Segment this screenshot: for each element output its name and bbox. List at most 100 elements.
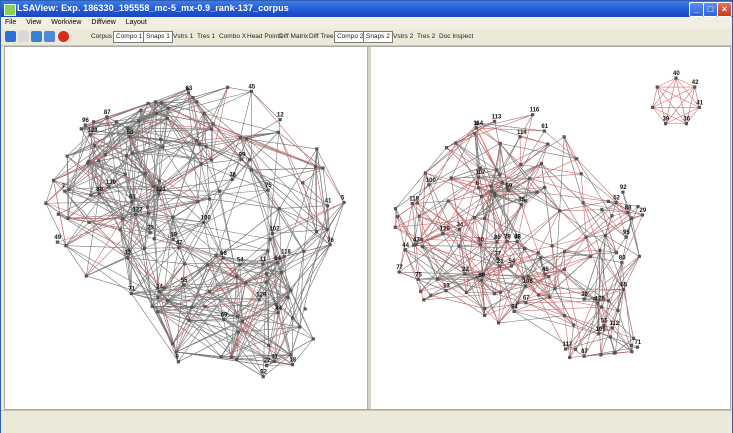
graph-node[interactable] [190, 305, 194, 309]
graph-node[interactable] [268, 237, 272, 241]
graph-node[interactable] [89, 193, 93, 197]
graph-node[interactable] [637, 254, 641, 258]
graph-node[interactable] [229, 355, 233, 359]
graph-node[interactable] [214, 253, 218, 257]
graph-node[interactable] [44, 201, 48, 205]
graph-node[interactable] [143, 172, 147, 176]
graph-node[interactable] [483, 306, 487, 311]
graph-node[interactable] [581, 201, 585, 205]
graph-node[interactable] [574, 347, 578, 351]
graph-node[interactable] [393, 207, 398, 211]
graph-node[interactable] [64, 244, 68, 248]
graph-node[interactable] [289, 288, 293, 292]
graph-node[interactable] [472, 215, 477, 220]
graph-node[interactable] [277, 206, 281, 211]
graph-node[interactable] [493, 194, 497, 198]
graph-node[interactable] [244, 137, 249, 141]
graph-node[interactable] [156, 295, 160, 300]
graph-node[interactable] [526, 275, 530, 279]
graph-node[interactable] [301, 181, 305, 185]
graph-node[interactable] [536, 251, 540, 255]
graph-node[interactable] [197, 142, 201, 146]
graph-node[interactable] [67, 187, 71, 192]
graph-node[interactable] [79, 127, 83, 131]
graph-node[interactable] [235, 274, 239, 278]
graph-node[interactable] [159, 101, 164, 105]
graph-node[interactable] [610, 214, 614, 218]
graph-node[interactable] [163, 286, 167, 290]
toolbar-button-compo-2[interactable]: Compo 2 [334, 31, 367, 43]
graph-node[interactable] [219, 355, 223, 359]
open-folder-icon[interactable] [5, 31, 16, 42]
graph-node[interactable] [417, 214, 421, 218]
graph-node[interactable] [171, 342, 175, 346]
graph-node[interactable] [174, 350, 178, 354]
graph-node[interactable] [97, 159, 101, 163]
graph-node[interactable] [121, 217, 125, 221]
graph-node[interactable] [137, 119, 141, 123]
graph-node[interactable] [457, 244, 461, 248]
graph-node[interactable] [56, 212, 60, 216]
graph-node[interactable] [235, 315, 240, 319]
toolbar-button-diff-matrix[interactable]: Diff Matrix [277, 32, 310, 42]
graph-node[interactable] [264, 280, 268, 284]
graph-node[interactable] [490, 189, 494, 193]
save-icon[interactable] [31, 31, 42, 42]
menu-view[interactable]: View [22, 17, 45, 26]
menu-file[interactable]: File [1, 17, 20, 26]
graph-node[interactable] [166, 106, 171, 110]
graph-node[interactable] [314, 230, 319, 234]
graph-node[interactable] [114, 120, 119, 124]
graph-node[interactable] [446, 199, 450, 203]
graph-node[interactable] [194, 139, 198, 143]
graph-node[interactable] [420, 245, 425, 249]
graph-node[interactable] [226, 85, 230, 89]
graph-node[interactable] [92, 120, 96, 124]
graph-node[interactable] [598, 248, 602, 252]
graph-node[interactable] [393, 225, 397, 229]
graph-node[interactable] [66, 216, 70, 220]
graph-node[interactable] [267, 343, 271, 348]
graph-node[interactable] [209, 158, 214, 162]
graph-node[interactable] [244, 281, 248, 285]
graph-node[interactable] [553, 287, 557, 291]
graph-node[interactable] [500, 180, 504, 185]
graph-node[interactable] [528, 176, 532, 180]
graph-node[interactable] [103, 153, 107, 157]
graph-node[interactable] [473, 132, 477, 136]
graph-node[interactable] [492, 292, 496, 296]
print-icon[interactable] [44, 31, 55, 42]
graph-node[interactable] [588, 254, 592, 259]
graph-node[interactable] [303, 307, 307, 311]
graph-node[interactable] [483, 313, 487, 317]
graph-node[interactable] [145, 205, 150, 209]
graph-node[interactable] [182, 262, 187, 266]
graph-node[interactable] [655, 85, 659, 89]
graph-node[interactable] [146, 211, 151, 215]
graph-node[interactable] [51, 178, 56, 182]
graph-node[interactable] [606, 299, 611, 303]
minimize-button[interactable]: _ [689, 2, 704, 17]
graph-node[interactable] [92, 143, 97, 148]
graph-node[interactable] [630, 350, 634, 354]
graph-node[interactable] [187, 318, 191, 323]
graph-node[interactable] [603, 233, 607, 238]
graph-node[interactable] [84, 274, 88, 278]
graph-node[interactable] [264, 272, 269, 276]
toolbar-button-combo-x[interactable]: Combo X [217, 32, 248, 42]
graph-node[interactable] [584, 235, 588, 239]
graph-node[interactable] [599, 305, 604, 309]
graph-node[interactable] [419, 289, 423, 293]
graph-node[interactable] [321, 166, 325, 170]
graph-node[interactable] [608, 335, 613, 339]
graph-node[interactable] [543, 185, 547, 190]
toolbar-button-tres-1[interactable]: Tres 1 [195, 32, 217, 42]
power-icon[interactable] [58, 31, 69, 42]
graph-node[interactable] [523, 247, 527, 251]
graph-node[interactable] [562, 313, 567, 318]
graph-node[interactable] [478, 166, 482, 170]
graph-node[interactable] [154, 111, 158, 116]
graph-node[interactable] [562, 250, 567, 254]
graph-node[interactable] [123, 172, 127, 176]
graph-node[interactable] [479, 194, 484, 199]
